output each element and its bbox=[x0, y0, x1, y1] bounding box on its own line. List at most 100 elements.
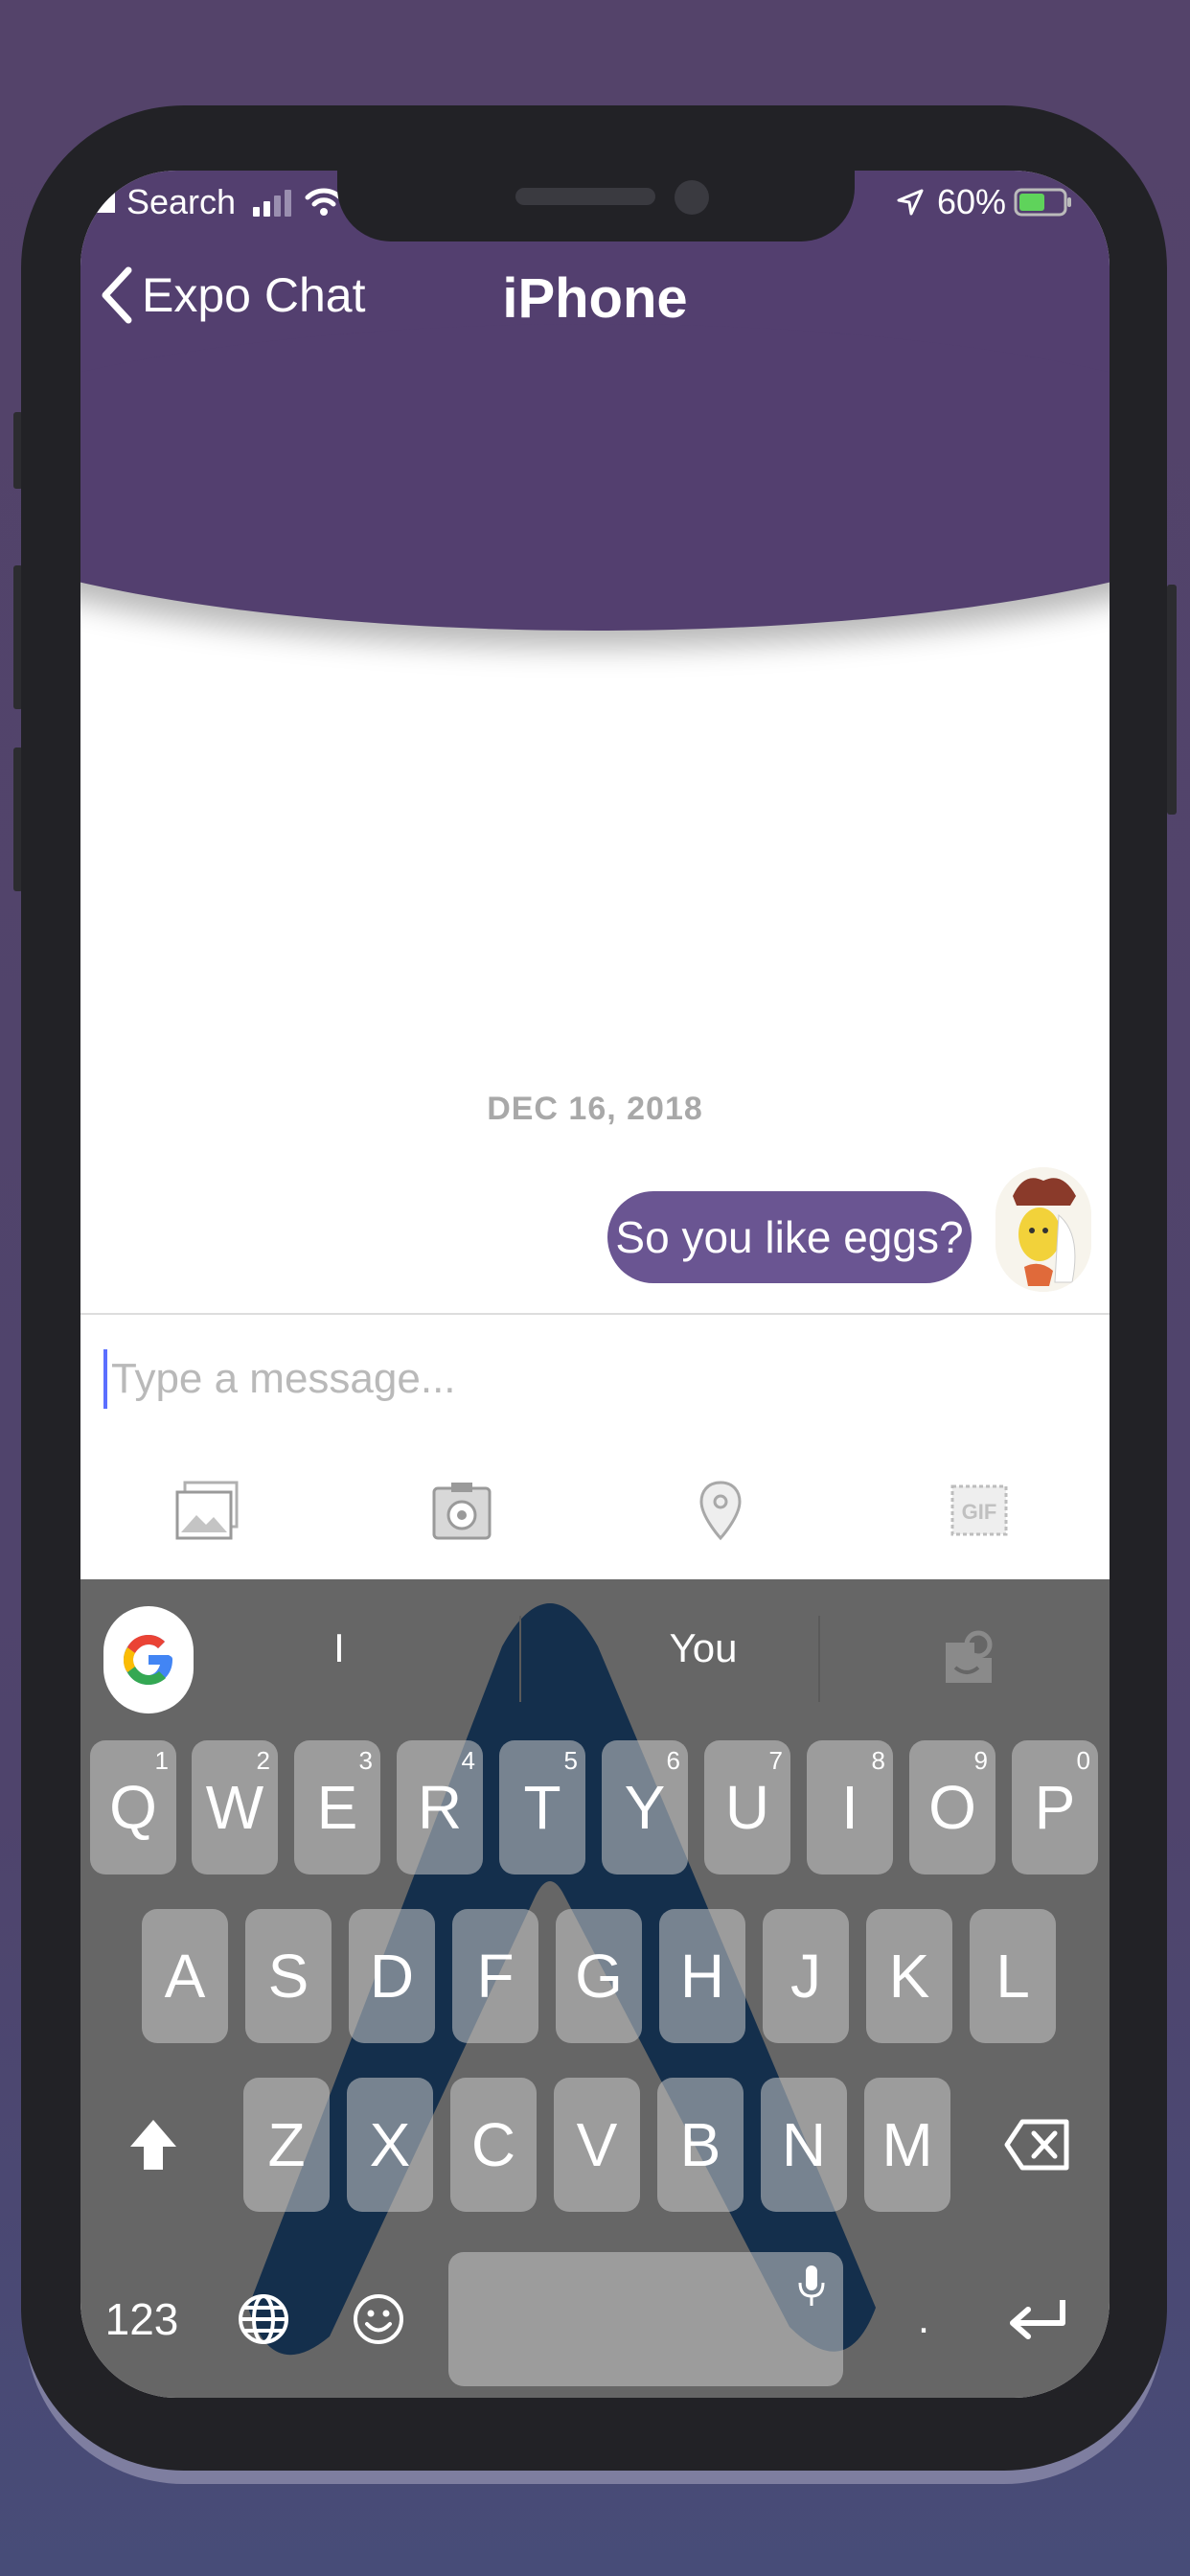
google-logo-icon bbox=[124, 1635, 172, 1685]
shift-arrow-icon bbox=[130, 2120, 176, 2170]
key-t[interactable]: T5 bbox=[499, 1740, 585, 1874]
suggestion-separator bbox=[519, 1616, 521, 1702]
message-input[interactable]: Type a message... bbox=[103, 1349, 456, 1409]
key-e[interactable]: E3 bbox=[294, 1740, 380, 1874]
svg-text:GIF: GIF bbox=[962, 1500, 997, 1524]
key-label: U bbox=[724, 1773, 770, 1842]
key-a[interactable]: A bbox=[142, 1909, 228, 2043]
camera-icon bbox=[432, 1483, 492, 1540]
key-label: W bbox=[205, 1773, 264, 1842]
camera-button[interactable] bbox=[423, 1472, 500, 1549]
sticker-search-button[interactable] bbox=[924, 1606, 1014, 1714]
key-label: E bbox=[316, 1773, 358, 1842]
key-q[interactable]: Q1 bbox=[90, 1740, 176, 1874]
key-i[interactable]: I8 bbox=[807, 1740, 893, 1874]
key-d[interactable]: D bbox=[349, 1909, 435, 2043]
battery-icon bbox=[1014, 188, 1072, 217]
return-key[interactable] bbox=[985, 2252, 1090, 2386]
cellular-signal-icon bbox=[253, 190, 292, 217]
key-r[interactable]: R4 bbox=[397, 1740, 483, 1874]
emoji-key[interactable] bbox=[335, 2252, 422, 2386]
suggestion-2[interactable]: You bbox=[579, 1625, 828, 1671]
avatar[interactable] bbox=[995, 1167, 1091, 1292]
key-o[interactable]: O9 bbox=[909, 1740, 995, 1874]
key-b[interactable]: B bbox=[657, 2078, 744, 2212]
key-hint: 8 bbox=[871, 1746, 885, 1775]
key-label: Q bbox=[109, 1773, 157, 1842]
composer-divider bbox=[80, 1313, 1110, 1315]
microphone-icon bbox=[798, 2266, 825, 2306]
backspace-icon bbox=[1004, 2119, 1069, 2171]
gif-button[interactable]: GIF bbox=[941, 1472, 1018, 1549]
key-u[interactable]: U7 bbox=[704, 1740, 790, 1874]
text-caret bbox=[103, 1349, 107, 1409]
gif-icon: GIF bbox=[950, 1484, 1008, 1536]
key-k[interactable]: K bbox=[866, 1909, 952, 2043]
key-l[interactable]: L bbox=[970, 1909, 1056, 2043]
key-x[interactable]: X bbox=[347, 2078, 433, 2212]
key-m[interactable]: M bbox=[864, 2078, 950, 2212]
speaker-grill bbox=[515, 188, 655, 205]
message-bubble[interactable]: So you like eggs? bbox=[607, 1191, 972, 1283]
page-title: iPhone bbox=[502, 267, 688, 330]
photo-library-icon bbox=[175, 1481, 239, 1540]
period-key[interactable]: . bbox=[895, 2252, 952, 2386]
photo-library-button[interactable] bbox=[169, 1472, 245, 1549]
key-label: T bbox=[523, 1773, 561, 1842]
emoji-icon bbox=[354, 2294, 403, 2344]
key-hint: 4 bbox=[461, 1746, 475, 1775]
date-separator: DEC 16, 2018 bbox=[487, 1091, 703, 1127]
suggestion-1[interactable]: I bbox=[243, 1625, 435, 1671]
key-hint: 9 bbox=[973, 1746, 988, 1775]
header-curve bbox=[80, 324, 1110, 631]
notch bbox=[337, 171, 855, 242]
numbers-key[interactable]: 123 bbox=[94, 2252, 190, 2386]
keyboard: I You Q1 W2 E3 R4 T5 Y6 U7 I8 O9 P0 A S … bbox=[80, 1579, 1110, 2398]
key-hint: 0 bbox=[1076, 1746, 1090, 1775]
google-button[interactable] bbox=[103, 1606, 194, 1714]
key-hint: 1 bbox=[154, 1746, 169, 1775]
location-pin-icon bbox=[699, 1481, 742, 1541]
status-right: 60% bbox=[897, 182, 1073, 222]
key-y[interactable]: Y6 bbox=[602, 1740, 688, 1874]
key-hint: 3 bbox=[358, 1746, 373, 1775]
status-back-app[interactable]: Search bbox=[126, 182, 236, 222]
key-c[interactable]: C bbox=[450, 2078, 537, 2212]
globe-key[interactable] bbox=[220, 2252, 307, 2386]
suggestion-separator bbox=[818, 1616, 820, 1702]
shift-key[interactable] bbox=[105, 2078, 201, 2212]
backspace-key[interactable] bbox=[989, 2078, 1085, 2212]
key-hint: 2 bbox=[256, 1746, 270, 1775]
return-arrow-icon bbox=[1010, 2300, 1065, 2339]
status-left: Search bbox=[92, 182, 343, 222]
key-label: R bbox=[417, 1773, 463, 1842]
key-g[interactable]: G bbox=[556, 1909, 642, 2043]
key-hint: 5 bbox=[563, 1746, 578, 1775]
key-f[interactable]: F bbox=[452, 1909, 538, 2043]
key-p[interactable]: P0 bbox=[1012, 1740, 1098, 1874]
avatar-character-image bbox=[995, 1167, 1091, 1292]
key-j[interactable]: J bbox=[763, 1909, 849, 2043]
key-label: P bbox=[1034, 1773, 1076, 1842]
battery-percent: 60% bbox=[937, 182, 1007, 221]
suggestion-bar: I You bbox=[80, 1579, 1110, 1733]
key-z[interactable]: Z bbox=[243, 2078, 330, 2212]
key-w[interactable]: W2 bbox=[192, 1740, 278, 1874]
power-button bbox=[1167, 585, 1177, 815]
phone-screen: Search 60% Expo Chat iPhone DEC 16, 2018… bbox=[80, 171, 1110, 2398]
location-button[interactable] bbox=[682, 1472, 759, 1549]
key-s[interactable]: S bbox=[245, 1909, 332, 2043]
key-label: Y bbox=[624, 1773, 666, 1842]
location-arrow-icon bbox=[897, 189, 924, 216]
globe-icon bbox=[239, 2294, 288, 2344]
space-key[interactable] bbox=[448, 2252, 843, 2386]
key-h[interactable]: H bbox=[659, 1909, 745, 2043]
key-hint: 6 bbox=[666, 1746, 680, 1775]
sticker-search-icon bbox=[946, 1630, 993, 1683]
key-n[interactable]: N bbox=[761, 2078, 847, 2212]
message-input-placeholder: Type a message... bbox=[111, 1355, 456, 1402]
key-v[interactable]: V bbox=[554, 2078, 640, 2212]
front-camera bbox=[675, 180, 709, 215]
key-label: O bbox=[928, 1773, 976, 1842]
key-hint: 7 bbox=[768, 1746, 783, 1775]
